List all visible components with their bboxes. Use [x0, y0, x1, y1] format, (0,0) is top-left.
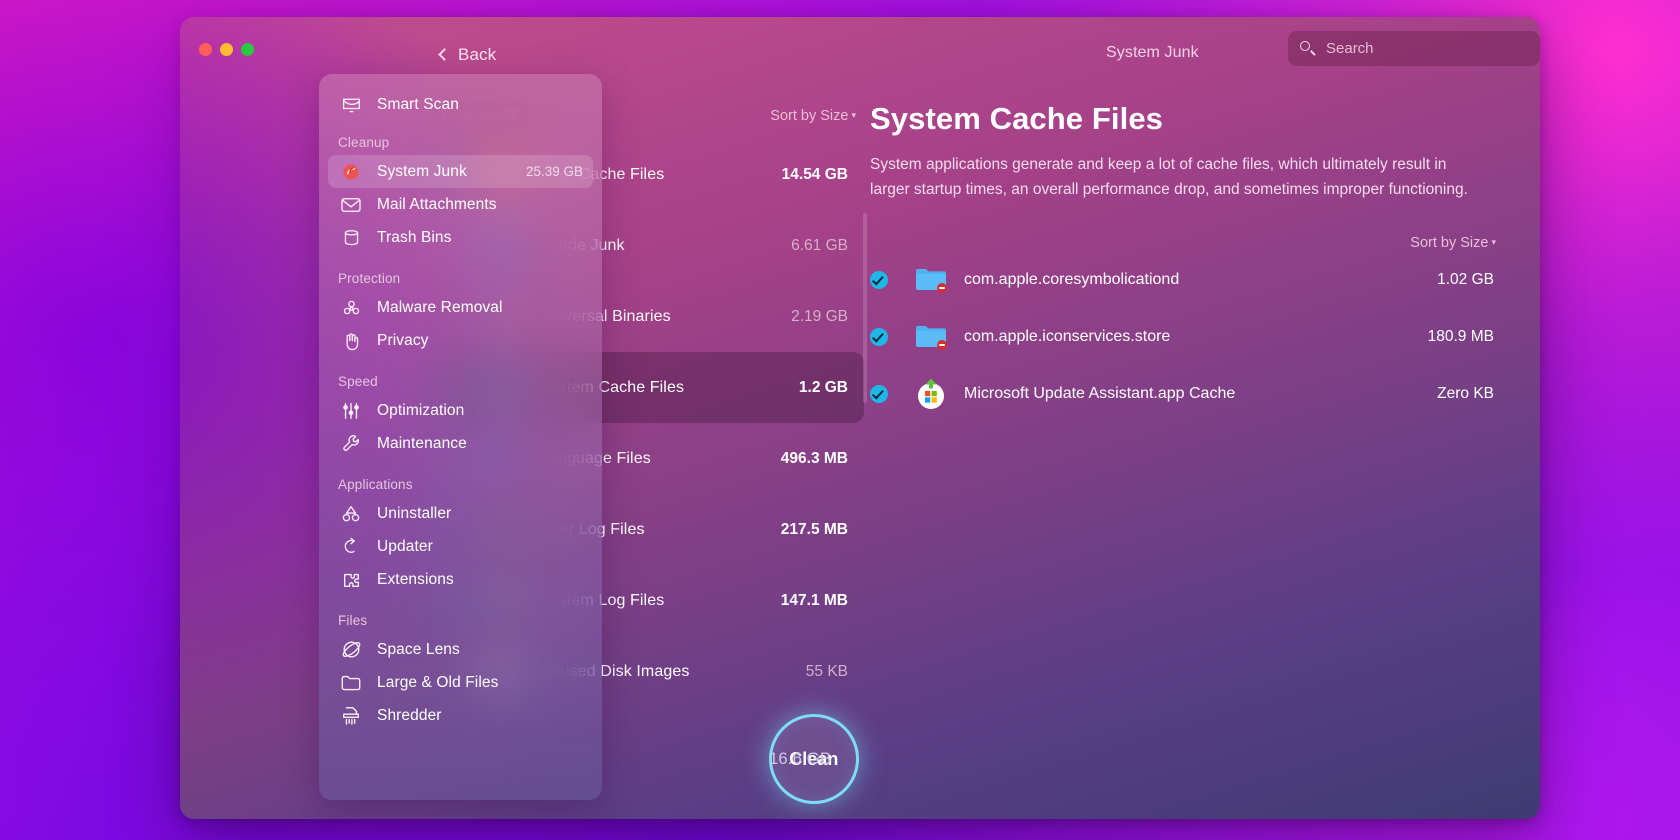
sidebar-item-optimization[interactable]: Optimization [328, 394, 593, 427]
sidebar-item-mail-attachments[interactable]: Mail Attachments [328, 188, 593, 221]
search-placeholder: Search [1326, 40, 1374, 57]
row-size: 2.19 GB [791, 307, 848, 325]
detail-row-name: Microsoft Update Assistant.app Cache [964, 384, 1236, 402]
desktop-wallpaper: Back System Junk Search Assistant Desele… [0, 0, 1680, 840]
sidebar-item-privacy[interactable]: Privacy [328, 324, 593, 357]
clean-button[interactable]: Clean [768, 714, 859, 804]
search-icon [1300, 41, 1316, 56]
app-window: Back System Junk Search Assistant Desele… [180, 17, 1540, 819]
window-controls [199, 43, 254, 56]
detail-description: System applications generate and keep a … [870, 156, 1468, 198]
sidebar-group-title: Cleanup [338, 135, 390, 150]
space-lens-icon [338, 639, 364, 661]
page-title: System Cache Files [870, 101, 1164, 136]
sidebar-item-updater[interactable]: Updater [328, 530, 593, 563]
sidebar-item-size: 25.39 GB [525, 164, 583, 179]
chevron-left-icon [438, 48, 451, 61]
sidebar-item-label: Optimization [377, 401, 465, 419]
close-button[interactable] [199, 43, 212, 56]
uninstaller-icon [338, 503, 364, 525]
sidebar-item-label: Mail Attachments [377, 195, 497, 213]
row-size: 14.54 GB [781, 165, 848, 183]
detail-row-size: 180.9 MB [1427, 327, 1494, 345]
sidebar-group-title: Speed [338, 374, 378, 389]
row-size: 217.5 MB [780, 520, 848, 538]
row-size: 1.2 GB [798, 378, 848, 396]
puzzle-icon [338, 569, 364, 591]
trash-icon [338, 227, 364, 249]
sidebar-item-label: Updater [377, 537, 433, 555]
wrench-icon [338, 433, 364, 455]
minimize-button[interactable] [220, 43, 233, 56]
list-scrollbar[interactable] [863, 213, 867, 403]
detail-row[interactable]: com.apple.iconservices.store 180.9 MB [870, 308, 1496, 365]
sidebar: Smart Scan Cleanup System Junk 25.39 GB Mai… [319, 74, 602, 800]
sidebar-item-space-lens[interactable]: Space Lens [328, 633, 593, 666]
folder-blue-icon [914, 263, 948, 297]
sidebar-item-label: Malware Removal [377, 298, 503, 316]
row-size: 55 KB [805, 662, 848, 680]
sidebar-item-label: Shredder [377, 706, 442, 724]
zoom-button[interactable] [241, 43, 254, 56]
list-sort-by-size[interactable]: Sort by Size ▾ [770, 108, 856, 124]
sidebar-item-large-old-files[interactable]: Large & Old Files [328, 666, 593, 699]
detail-checkbox-on-icon[interactable] [870, 327, 888, 346]
row-size: 6.61 GB [791, 236, 848, 254]
detail-row-name: com.apple.iconservices.store [964, 327, 1171, 345]
sidebar-group-title: Files [338, 613, 368, 628]
detail-panel: System Cache Files System applications g… [870, 93, 1540, 819]
sidebar-item-label: Privacy [377, 331, 429, 349]
sidebar-item-smart-scan[interactable]: Smart Scan [328, 88, 593, 121]
sliders-icon [338, 400, 364, 422]
sidebar-item-shredder[interactable]: Shredder [328, 699, 593, 732]
biohazard-icon [338, 297, 364, 319]
system-junk-icon [338, 161, 364, 183]
sidebar-item-label: Large & Old Files [377, 673, 499, 691]
sidebar-item-label: Uninstaller [377, 504, 452, 522]
back-button[interactable]: Back [438, 45, 497, 65]
chevron-down-icon: ▾ [851, 110, 856, 120]
chevron-down-icon: ▾ [1491, 237, 1496, 247]
detail-row-size: 1.02 GB [1437, 270, 1494, 288]
detail-sort-label: Sort by Size [1410, 235, 1489, 251]
mail-icon [338, 194, 364, 216]
detail-row[interactable]: com.apple.coresymbolicationd 1.02 GB [870, 251, 1496, 308]
folder-icon [338, 672, 364, 694]
sidebar-item-uninstaller[interactable]: Uninstaller [328, 497, 593, 530]
hand-icon [338, 330, 364, 352]
sidebar-item-label: Extensions [377, 570, 454, 588]
breadcrumb: System Junk [1106, 44, 1199, 61]
detail-row[interactable]: Microsoft Update Assistant.app Cache Zero… [870, 365, 1496, 422]
sidebar-item-malware-removal[interactable]: Malware Removal [328, 291, 593, 324]
microsoft-update-icon [914, 377, 948, 411]
sidebar-item-trash-bins[interactable]: Trash Bins [328, 221, 593, 254]
smart-scan-icon [338, 94, 364, 116]
detail-sort-by-size[interactable]: Sort by Size ▾ [870, 235, 1496, 251]
sidebar-item-label: Space Lens [377, 640, 460, 658]
sidebar-group-title: Protection [338, 271, 401, 286]
detail-row-size: Zero KB [1437, 384, 1494, 402]
updater-icon [338, 536, 364, 558]
sidebar-item-system-junk[interactable]: System Junk 25.39 GB [328, 155, 593, 188]
row-size: 147.1 MB [780, 591, 848, 609]
sidebar-item-label: Trash Bins [377, 228, 452, 246]
sidebar-item-label: Maintenance [377, 434, 467, 452]
detail-checkbox-on-icon[interactable] [870, 384, 888, 403]
sidebar-item-label: Smart Scan [377, 95, 459, 113]
sidebar-item-label: System Junk [377, 162, 467, 180]
sidebar-item-maintenance[interactable]: Maintenance [328, 427, 593, 460]
shredder-icon [338, 705, 364, 727]
list-sort-label: Sort by Size [770, 108, 849, 124]
search-input[interactable]: Search [1288, 31, 1540, 66]
back-label: Back [458, 45, 497, 64]
folder-blue-icon [914, 320, 948, 354]
sidebar-item-extensions[interactable]: Extensions [328, 563, 593, 596]
detail-checkbox-on-icon[interactable] [870, 270, 888, 289]
row-size: 496.3 MB [780, 449, 848, 467]
sidebar-group-title: Applications [338, 477, 413, 492]
detail-row-name: com.apple.coresymbolicationd [964, 270, 1180, 288]
